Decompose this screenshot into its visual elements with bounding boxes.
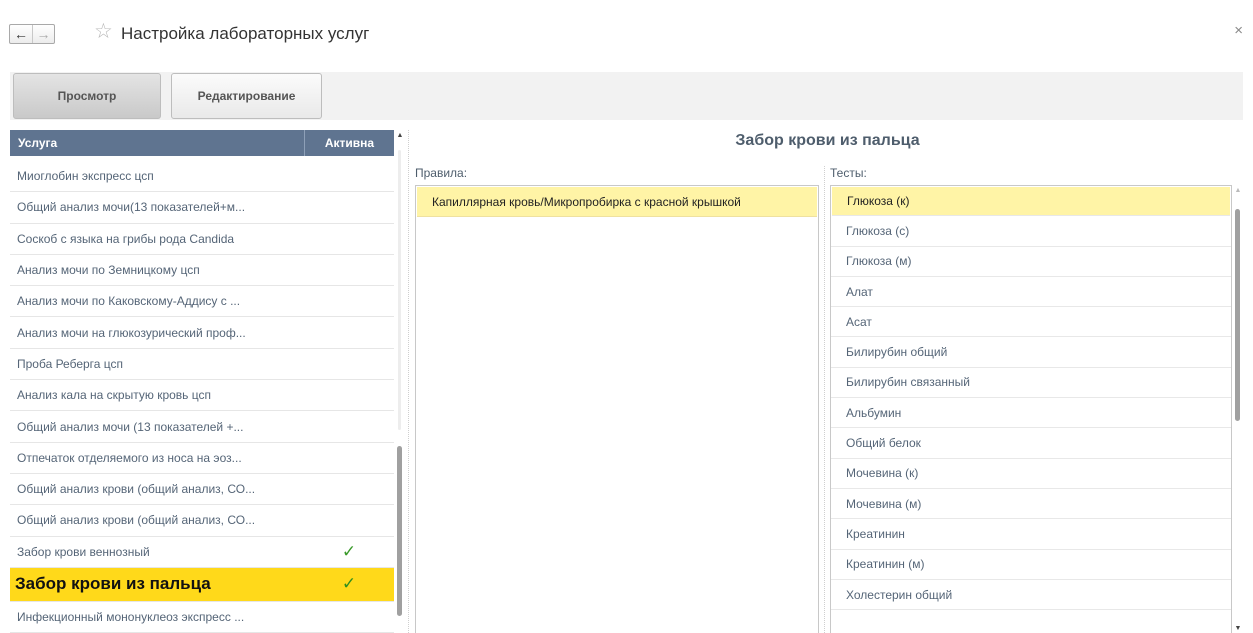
- service-name: Общий анализ крови (общий анализ, СО...: [17, 482, 256, 497]
- test-row[interactable]: Креатинин (м): [831, 550, 1231, 580]
- column-header-active[interactable]: Активна: [304, 130, 394, 156]
- test-row[interactable]: Креатинин: [831, 519, 1231, 550]
- test-row[interactable]: Билирубин общий: [831, 337, 1231, 368]
- navigation-buttons: ← →: [9, 24, 55, 44]
- favorite-star-icon[interactable]: ☆: [94, 21, 113, 42]
- active-check-icon: ✓: [341, 574, 357, 594]
- service-row[interactable]: Общий анализ крови (общий анализ, СО...: [10, 505, 394, 537]
- service-row[interactable]: Общий анализ мочи (13 показателей +...: [10, 411, 394, 443]
- service-name: Забор крови веннозный: [17, 544, 150, 559]
- service-list-header: Услуга Активна: [10, 130, 394, 156]
- service-row-selected[interactable]: Забор крови из пальца ✓: [10, 567, 394, 602]
- service-list-scrollbar[interactable]: ▲: [395, 130, 405, 633]
- service-row[interactable]: Соскоб с языка на грибы рода Candida: [10, 224, 394, 255]
- rule-row[interactable]: Капиллярная кровь/Микропробирка с красно…: [417, 187, 817, 217]
- tests-list: Глюкоза (к) Глюкоза (с) Глюкоза (м) Алат…: [830, 185, 1232, 633]
- test-row[interactable]: Глюкоза (м): [831, 247, 1231, 277]
- service-name: Общий анализ крови (общий анализ, СО...: [17, 513, 256, 528]
- service-name: Инфекционный мононуклеоз экспресс ...: [17, 610, 245, 624]
- mode-toolbar: Просмотр Редактирование: [10, 72, 1243, 120]
- test-row[interactable]: Глюкоза (с): [831, 216, 1231, 247]
- service-row[interactable]: Анализ мочи по Земницкому цсп: [10, 255, 394, 287]
- scroll-up-icon[interactable]: ▲: [395, 130, 405, 142]
- scrollbar-track: [398, 150, 401, 430]
- scrollbar-thumb[interactable]: [1235, 209, 1240, 421]
- test-row-selected[interactable]: Глюкоза (к): [832, 187, 1230, 217]
- title-bar: ← → ☆ Настройка лабораторных услуг ×: [0, 0, 1253, 62]
- service-name: Соскоб с языка на грибы рода Candida: [17, 231, 235, 246]
- service-name: Миоглобин экспресс цсп: [17, 169, 154, 184]
- tests-list-scrollbar[interactable]: ▲ ▼: [1233, 185, 1243, 633]
- test-row[interactable]: Мочевина (м): [831, 489, 1231, 520]
- service-row[interactable]: Анализ мочи по Каковскому-Аддису с ...: [10, 286, 394, 318]
- service-row[interactable]: Отпечаток отделяемого из носа на эоз...: [10, 443, 394, 474]
- window-title: Настройка лабораторных услуг: [121, 24, 370, 43]
- column-header-service[interactable]: Услуга: [10, 130, 304, 156]
- scroll-down-icon[interactable]: ▼: [1233, 623, 1243, 633]
- service-row[interactable]: Анализ кала на скрытую кровь цсп: [10, 380, 394, 412]
- back-arrow-icon[interactable]: ←: [10, 25, 32, 43]
- close-icon[interactable]: ×: [1234, 22, 1243, 39]
- edit-mode-button[interactable]: Редактирование: [171, 73, 322, 119]
- service-row[interactable]: Миоглобин экспресс цсп: [10, 161, 394, 193]
- test-row[interactable]: Альбумин: [831, 398, 1231, 429]
- active-check-icon: ✓: [341, 541, 357, 561]
- test-row[interactable]: Холестерин общий: [831, 580, 1231, 611]
- service-name: Общий анализ мочи(13 показателей+м...: [17, 200, 246, 215]
- test-row[interactable]: Билирубин связанный: [831, 368, 1231, 399]
- service-name: Анализ кала на скрытую кровь цсп: [17, 388, 211, 403]
- test-row[interactable]: Асат: [831, 307, 1231, 338]
- rules-label: Правила:: [415, 166, 468, 180]
- panel-divider: [824, 166, 825, 633]
- scroll-up-icon[interactable]: ▲: [1233, 185, 1243, 197]
- service-row[interactable]: Инфекционный мононуклеоз экспресс ...: [10, 602, 394, 633]
- view-mode-button[interactable]: Просмотр: [13, 73, 161, 119]
- service-row[interactable]: Проба Реберга цсп: [10, 349, 394, 381]
- service-name: Забор крови из пальца: [15, 574, 211, 594]
- tests-label: Тесты:: [830, 166, 867, 180]
- service-name: Анализ мочи на глюкозурический проф...: [17, 325, 246, 340]
- test-row[interactable]: Мочевина (к): [831, 459, 1231, 489]
- service-name: Анализ мочи по Каковскому-Аддису с ...: [17, 294, 241, 309]
- service-name: Проба Реберга цсп: [17, 356, 124, 371]
- selected-service-title: Забор крови из пальца: [735, 132, 920, 149]
- forward-arrow-icon[interactable]: →: [32, 25, 54, 43]
- service-row[interactable]: Забор крови веннозный ✓: [10, 537, 394, 568]
- panel-divider: [408, 130, 409, 633]
- test-row[interactable]: Общий белок: [831, 428, 1231, 459]
- service-list: Миоглобин экспресс цсп Общий анализ мочи…: [10, 161, 394, 633]
- service-name: Анализ мочи по Земницкому цсп: [17, 263, 200, 278]
- service-row[interactable]: Анализ мочи на глюкозурический проф...: [10, 317, 394, 349]
- service-row[interactable]: Общий анализ мочи(13 показателей+м...: [10, 192, 394, 224]
- service-name: Общий анализ мочи (13 показателей +...: [17, 419, 244, 434]
- scrollbar-thumb[interactable]: [397, 446, 402, 616]
- service-name: Отпечаток отделяемого из носа на эоз...: [17, 450, 242, 465]
- test-row[interactable]: Алат: [831, 277, 1231, 308]
- rules-list: Капиллярная кровь/Микропробирка с красно…: [415, 185, 819, 633]
- service-row[interactable]: Общий анализ крови (общий анализ, СО...: [10, 474, 394, 506]
